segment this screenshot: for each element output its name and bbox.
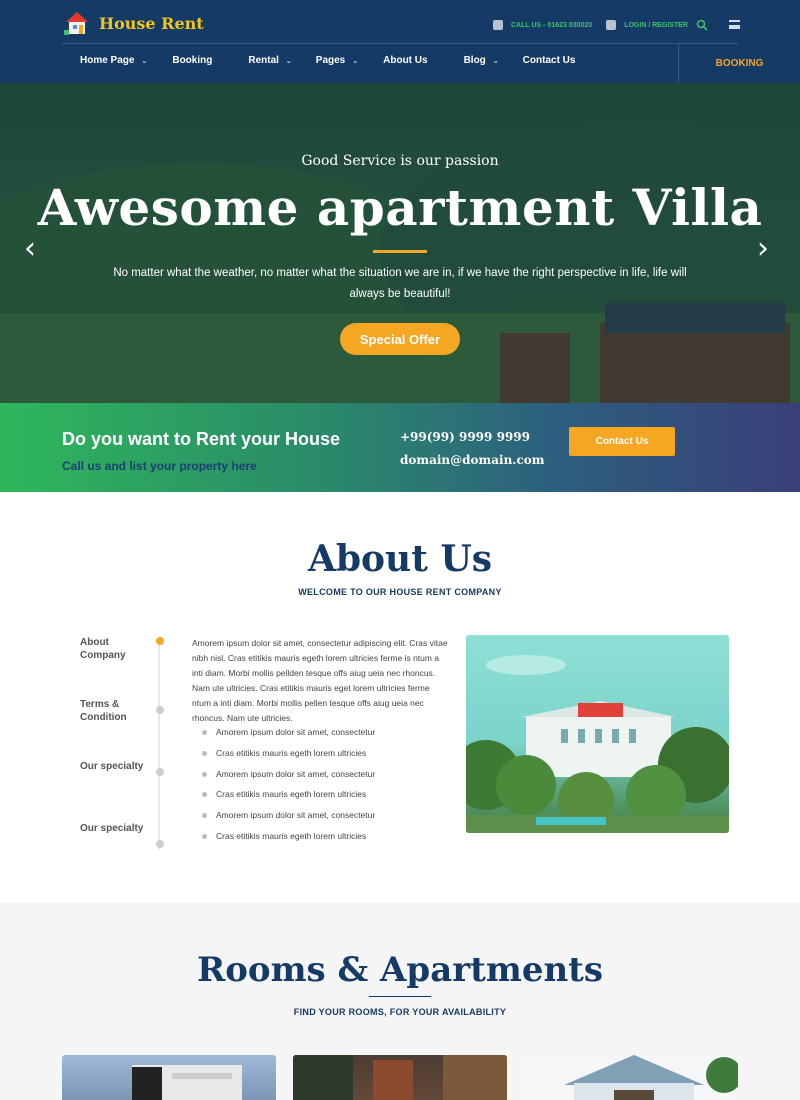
room-card[interactable]: [62, 1055, 276, 1100]
hero-subtitle: Good Service is our passion: [301, 153, 499, 169]
hero-slider: Good Service is our passion Awesome apar…: [0, 83, 800, 403]
timeline-label: Our specialty: [80, 761, 144, 772]
cta-email[interactable]: domain@domain.com: [400, 453, 545, 467]
nav-item-home[interactable]: Home Page ⌄: [80, 55, 147, 66]
hero-overlay: [0, 83, 800, 403]
about-paragraph: Amorem ipsum dolor sit amet, consectetur…: [192, 638, 448, 723]
search-icon[interactable]: [696, 19, 708, 31]
timeline-item[interactable]: Our specialty: [80, 760, 150, 773]
nav-label: Rental: [248, 55, 279, 66]
brand-name: House Rent: [99, 13, 204, 33]
timeline-dot[interactable]: [156, 637, 164, 645]
header-divider: [62, 43, 738, 44]
house-logo-icon: [64, 10, 91, 36]
cta-phone: +99(99) 9999 9999: [400, 430, 530, 444]
chevron-down-icon: ⌄: [352, 57, 359, 65]
nav-item-blog[interactable]: Blog ⌄: [464, 55, 499, 66]
chevron-down-icon: ⌄: [492, 57, 499, 65]
cta-title: Do you want to Rent your House: [62, 429, 341, 449]
user-icon: [606, 20, 617, 30]
nav-label: Booking: [172, 55, 213, 66]
rooms-divider: [369, 996, 431, 997]
booking-button[interactable]: BOOKING: [678, 44, 800, 83]
nav-label: Contact Us: [522, 55, 576, 66]
timeline-item[interactable]: Our specialty: [80, 822, 150, 835]
nav-label: Pages: [315, 55, 346, 66]
timeline-dot[interactable]: [156, 768, 164, 776]
rent-cta-band: Do you want to Rent your House Call us a…: [0, 403, 800, 492]
room-card[interactable]: [293, 1055, 507, 1100]
phone-icon: [493, 20, 503, 30]
rooms-title: Rooms & Apartments: [196, 950, 604, 990]
top-contact-bar: CALL US - 01623 030020 LOGIN / REGISTER: [493, 19, 708, 31]
list-item: Amorem ipsum dolor sit amet, consectetur: [202, 767, 375, 788]
timeline-item[interactable]: Terms & Condition: [80, 698, 150, 724]
nav-item-rental[interactable]: Rental ⌄: [248, 55, 291, 66]
nav-item-pages[interactable]: Pages ⌄: [316, 55, 358, 66]
timeline-item[interactable]: About Company: [80, 636, 150, 662]
about-title: About Us: [307, 538, 493, 580]
list-item: Cras etitikis mauris egeth lorem ultrici…: [202, 829, 375, 850]
chevron-down-icon: ⌄: [285, 57, 292, 65]
nav-item-booking[interactable]: Booking: [172, 55, 212, 66]
list-item: Cras etitikis mauris egeth lorem ultrici…: [202, 746, 375, 767]
nav-label: Blog: [463, 55, 486, 66]
cta-subtitle: Call us and list your property here: [62, 459, 257, 473]
login-register-link[interactable]: LOGIN / REGISTER: [624, 22, 688, 29]
timeline-label: About Company: [80, 637, 126, 661]
timeline-label: Terms & Condition: [80, 699, 127, 723]
hero-text: No matter what the weather, no matter wh…: [113, 267, 687, 300]
chevron-left-icon[interactable]: ‹: [24, 231, 36, 266]
top-phone: CALL US - 01623 030020: [511, 21, 593, 29]
special-offer-button[interactable]: Special Offer: [340, 323, 460, 355]
chevron-right-icon[interactable]: ›: [757, 231, 769, 266]
room-card[interactable]: [524, 1055, 738, 1100]
hamburger-menu-icon[interactable]: [729, 20, 740, 29]
about-list: Amorem ipsum dolor sit amet, consectetur…: [202, 725, 375, 850]
timeline-line: [158, 640, 160, 850]
timeline-dot[interactable]: [156, 706, 164, 714]
brand-logo[interactable]: House Rent: [64, 9, 204, 37]
about-house-image: [466, 635, 729, 833]
main-nav: Home Page ⌄ Booking Rental ⌄ Pages ⌄ About …: [80, 55, 575, 66]
list-item: Amorem ipsum dolor sit amet, consectetur: [202, 725, 375, 746]
timeline-label: Our specialty: [80, 823, 144, 834]
list-item: Cras etitikis mauris egeth lorem ultrici…: [202, 787, 375, 808]
list-item: Amorem ipsum dolor sit amet, consectetur: [202, 808, 375, 829]
chevron-down-icon: ⌄: [141, 57, 148, 65]
contact-us-button[interactable]: Contact Us: [569, 427, 675, 456]
hero-title: Awesome apartment Villa: [37, 178, 763, 237]
nav-label: About Us: [383, 55, 428, 66]
nav-label: Home Page: [80, 55, 135, 66]
rooms-subtitle: FIND YOUR ROOMS, FOR YOUR AVAILABILITY: [293, 1007, 507, 1017]
nav-item-contact[interactable]: Contact Us: [523, 55, 576, 66]
nav-item-about[interactable]: About Us: [383, 55, 427, 66]
about-subtitle: WELCOME TO OUR HOUSE RENT COMPANY: [298, 587, 502, 597]
timeline-dot[interactable]: [156, 840, 164, 848]
site-header: House Rent CALL US - 01623 030020 LOGIN …: [0, 0, 800, 83]
hero-divider: [373, 250, 427, 253]
